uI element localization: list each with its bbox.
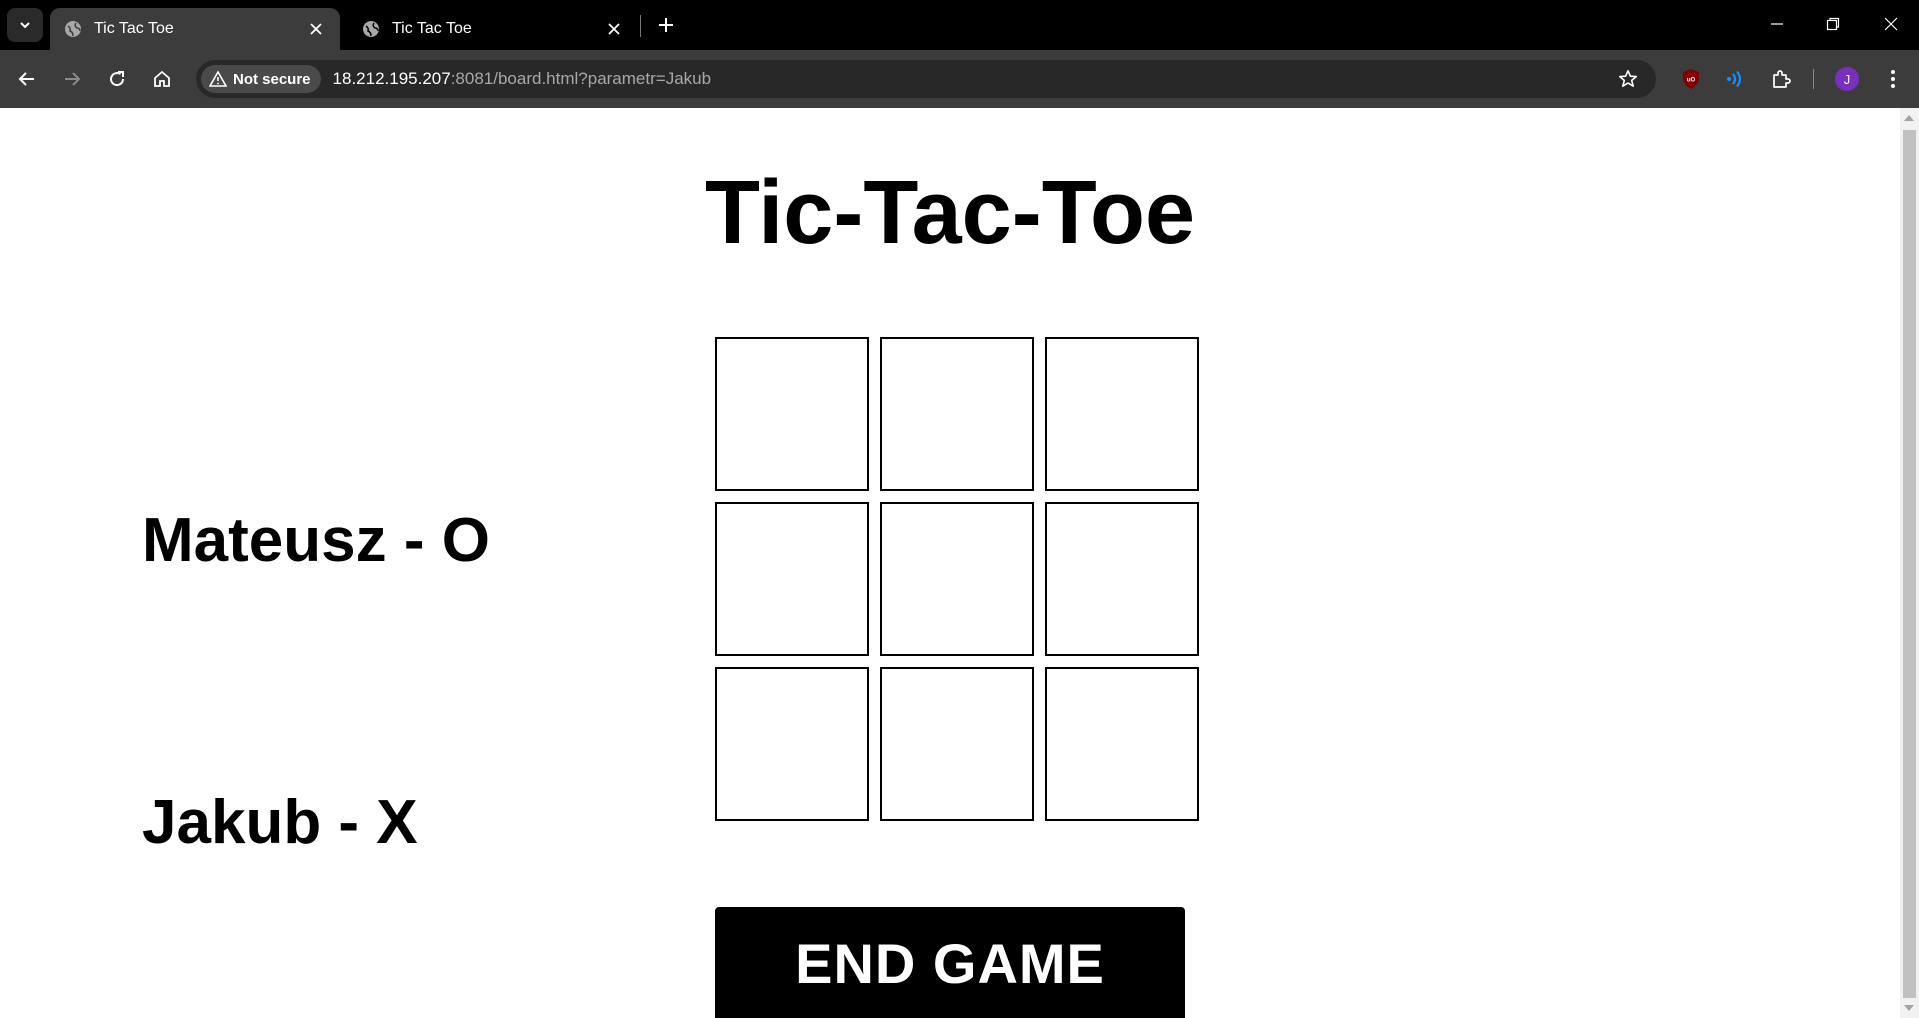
game-board xyxy=(715,337,1199,821)
arrow-right-icon xyxy=(65,72,81,86)
forward-button[interactable] xyxy=(55,62,89,96)
globe-icon xyxy=(64,20,82,38)
tab-strip: Tic Tac Toe Tic Tac Toe xyxy=(0,0,1919,50)
more-vertical-icon xyxy=(1891,70,1895,88)
wireless-extension-icon[interactable] xyxy=(1718,62,1752,96)
restore-icon xyxy=(1826,17,1840,31)
scroll-down-arrow-icon[interactable] xyxy=(1904,1005,1914,1011)
close-tab-icon[interactable] xyxy=(604,19,624,39)
page-viewport: Tic-Tac-Toe Mateusz - O Jakub - X END GA… xyxy=(0,108,1900,1018)
board-cell-9[interactable] xyxy=(1045,667,1199,821)
tab-tic-tac-toe-2[interactable]: Tic Tac Toe xyxy=(348,8,638,50)
home-icon xyxy=(154,70,170,87)
board-cell-5[interactable] xyxy=(880,502,1034,656)
board-cell-3[interactable] xyxy=(1045,337,1199,491)
bookmark-star-icon[interactable] xyxy=(1616,67,1640,91)
svg-text:uO: uO xyxy=(1687,78,1696,84)
player-one-label: Mateusz - O xyxy=(142,506,490,575)
plus-icon xyxy=(659,18,673,32)
tab-title: Tic Tac Toe xyxy=(392,20,472,37)
board-cell-2[interactable] xyxy=(880,337,1034,491)
player-two-label: Jakub - X xyxy=(142,788,418,857)
close-tab-icon[interactable] xyxy=(306,19,326,39)
board-cell-8[interactable] xyxy=(880,667,1034,821)
back-button[interactable] xyxy=(10,62,44,96)
toolbar-divider xyxy=(1813,69,1814,89)
minimize-icon xyxy=(1771,23,1783,25)
chevron-down-icon xyxy=(20,22,30,29)
board-cell-4[interactable] xyxy=(715,502,869,656)
page-title: Tic-Tac-Toe xyxy=(704,163,1196,263)
security-indicator[interactable]: Not secure xyxy=(201,65,321,93)
warning-icon xyxy=(209,71,227,87)
close-icon xyxy=(1884,17,1898,31)
home-button[interactable] xyxy=(145,62,179,96)
url-text[interactable]: 18.212.195.207:8081/board.html?parametr=… xyxy=(333,69,712,89)
board-cell-6[interactable] xyxy=(1045,502,1199,656)
profile-avatar[interactable]: J xyxy=(1835,67,1859,91)
url-host: 18.212.195.207 xyxy=(332,69,451,88)
tab-tic-tac-toe-1[interactable]: Tic Tac Toe xyxy=(50,8,340,50)
restore-button[interactable] xyxy=(1806,4,1860,44)
new-tab-button[interactable] xyxy=(651,10,681,40)
extensions-puzzle-icon[interactable] xyxy=(1764,62,1798,96)
board-cell-7[interactable] xyxy=(715,667,869,821)
scroll-up-arrow-icon[interactable] xyxy=(1904,115,1914,121)
address-bar[interactable]: Not secure 18.212.195.207:8081/board.htm… xyxy=(196,60,1656,98)
security-label: Not secure xyxy=(233,70,311,88)
page-scrollbar[interactable] xyxy=(1900,108,1919,1018)
reload-icon xyxy=(110,71,125,87)
arrow-left-icon xyxy=(18,72,34,86)
tab-title: Tic Tac Toe xyxy=(94,20,174,37)
close-window-button[interactable] xyxy=(1864,4,1918,44)
tab-search-button[interactable] xyxy=(7,8,43,42)
ublock-extension-icon[interactable]: uO xyxy=(1674,62,1708,96)
url-path: :8081/board.html?parametr=Jakub xyxy=(450,69,712,88)
board-cell-1[interactable] xyxy=(715,337,869,491)
end-game-button[interactable]: END GAME xyxy=(715,907,1185,1018)
tab-divider xyxy=(640,15,641,37)
reload-button[interactable] xyxy=(100,62,134,96)
globe-icon xyxy=(362,20,380,38)
scrollbar-thumb[interactable] xyxy=(1903,130,1916,998)
minimize-button[interactable] xyxy=(1750,4,1804,44)
browser-toolbar: Not secure 18.212.195.207:8081/board.htm… xyxy=(0,50,1919,108)
browser-menu-button[interactable] xyxy=(1876,62,1910,96)
